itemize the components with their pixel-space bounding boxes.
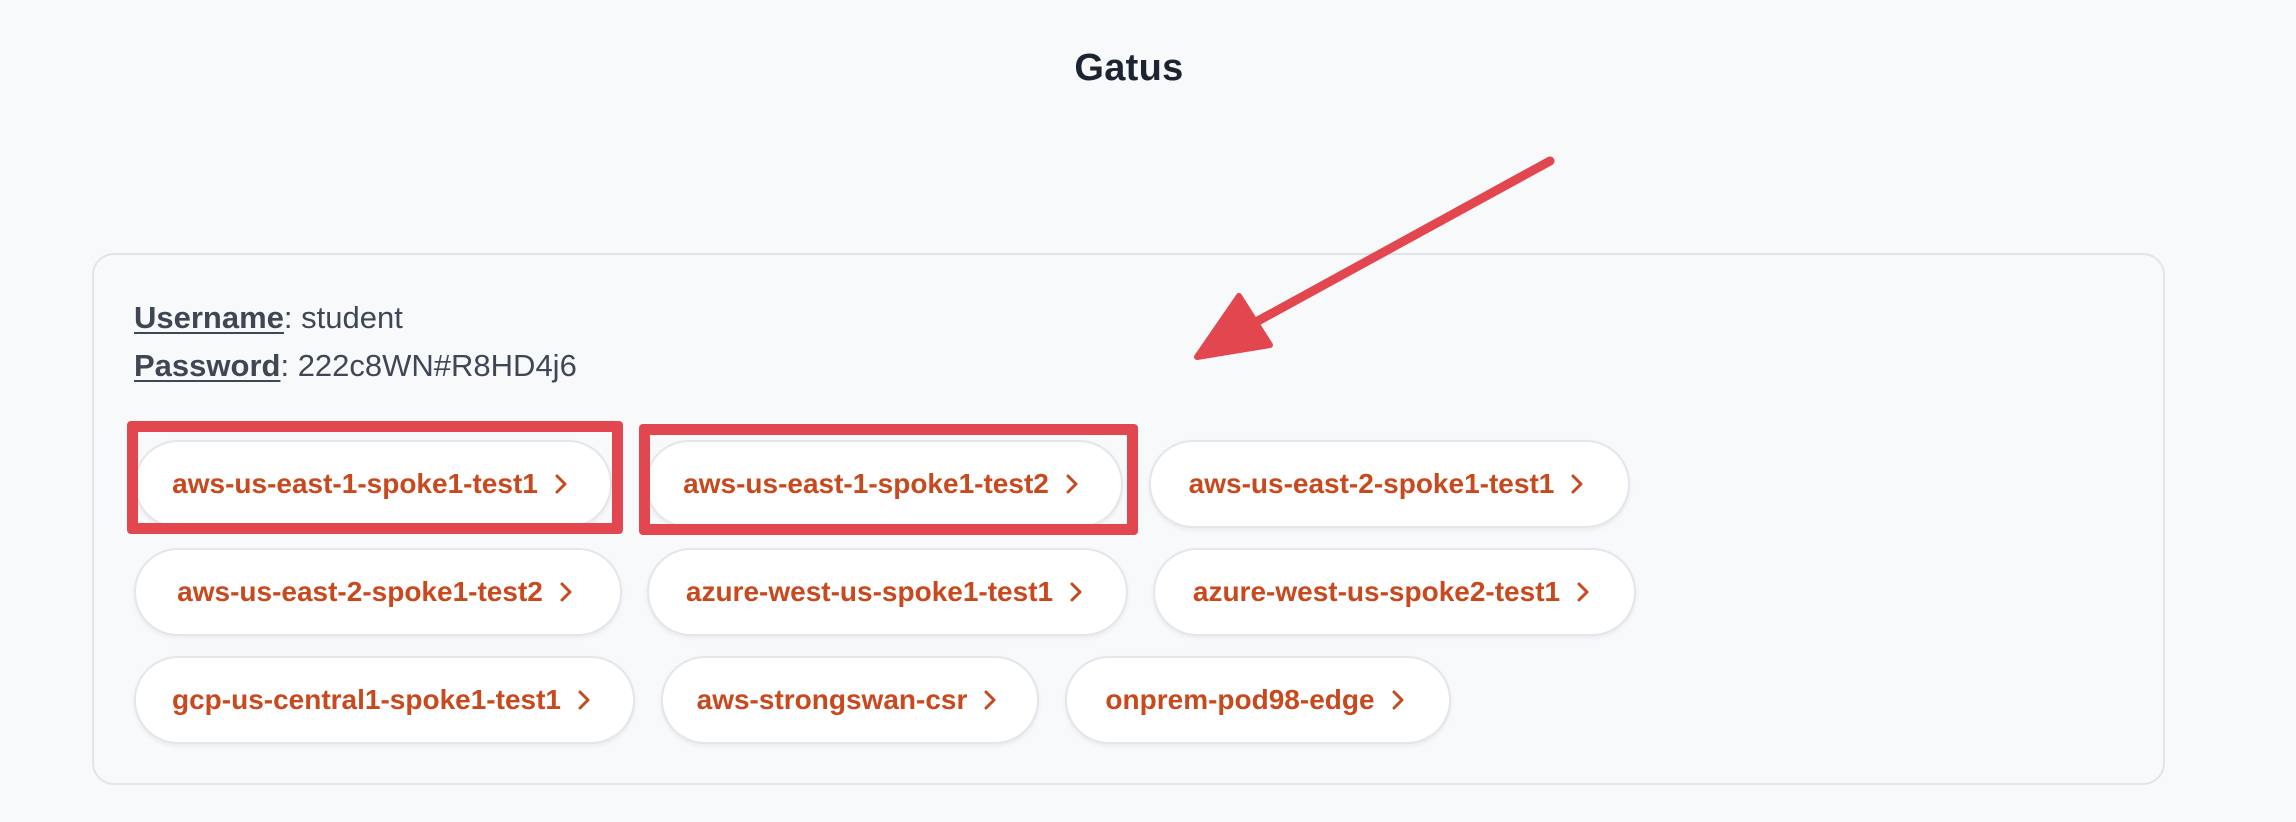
chevron-right-icon	[1059, 471, 1085, 497]
chevron-right-icon	[1385, 687, 1411, 713]
endpoint-label: aws-us-east-1-spoke1-test2	[683, 468, 1049, 499]
password-label: Password	[134, 348, 281, 383]
endpoint-link-aws-us-east-1-spoke1-test2[interactable]: aws-us-east-1-spoke1-test2	[645, 440, 1123, 528]
chevron-right-icon	[553, 579, 579, 605]
endpoint-link-aws-us-east-2-spoke1-test1[interactable]: aws-us-east-2-spoke1-test1	[1149, 440, 1630, 528]
page-title: Gatus	[1074, 47, 1184, 89]
endpoint-link-aws-us-east-1-spoke1-test1[interactable]: aws-us-east-1-spoke1-test1	[134, 440, 612, 528]
password-line: Password: 222c8WN#R8HD4j6	[134, 346, 577, 386]
endpoint-label: gcp-us-central1-spoke1-test1	[171, 684, 561, 715]
username-line: Username: student	[134, 298, 403, 338]
endpoint-label: onprem-pod98-edge	[1105, 684, 1375, 715]
chevron-right-icon	[1063, 579, 1089, 605]
username-colon: :	[283, 300, 302, 335]
chevron-right-icon	[548, 471, 574, 497]
endpoint-link-aws-us-east-2-spoke1-test2[interactable]: aws-us-east-2-spoke1-test2	[134, 548, 622, 636]
endpoint-link-azure-west-us-spoke2-test1[interactable]: azure-west-us-spoke2-test1	[1153, 548, 1636, 636]
endpoint-label: aws-strongswan-csr	[696, 684, 968, 715]
endpoint-link-gcp-us-central1-spoke1-test1[interactable]: gcp-us-central1-spoke1-test1	[134, 656, 635, 744]
endpoint-label: aws-us-east-2-spoke1-test2	[177, 576, 543, 607]
password-value: 222c8WN#R8HD4j6	[297, 348, 577, 383]
username-label: Username	[134, 300, 284, 335]
chevron-right-icon	[977, 687, 1003, 713]
chevron-right-icon	[1564, 471, 1590, 497]
password-colon: :	[280, 348, 298, 383]
endpoint-link-aws-strongswan-csr[interactable]: aws-strongswan-csr	[661, 656, 1039, 744]
username-value: student	[301, 300, 403, 335]
endpoint-link-azure-west-us-spoke1-test1[interactable]: azure-west-us-spoke1-test1	[647, 548, 1128, 636]
chevron-right-icon	[571, 687, 597, 713]
chevron-right-icon	[1570, 579, 1596, 605]
endpoint-label: aws-us-east-1-spoke1-test1	[172, 468, 538, 499]
endpoint-link-onprem-pod98-edge[interactable]: onprem-pod98-edge	[1065, 656, 1451, 744]
endpoint-label: aws-us-east-2-spoke1-test1	[1188, 468, 1555, 499]
endpoint-label: azure-west-us-spoke1-test1	[685, 576, 1054, 607]
endpoint-label: azure-west-us-spoke2-test1	[1192, 576, 1561, 607]
